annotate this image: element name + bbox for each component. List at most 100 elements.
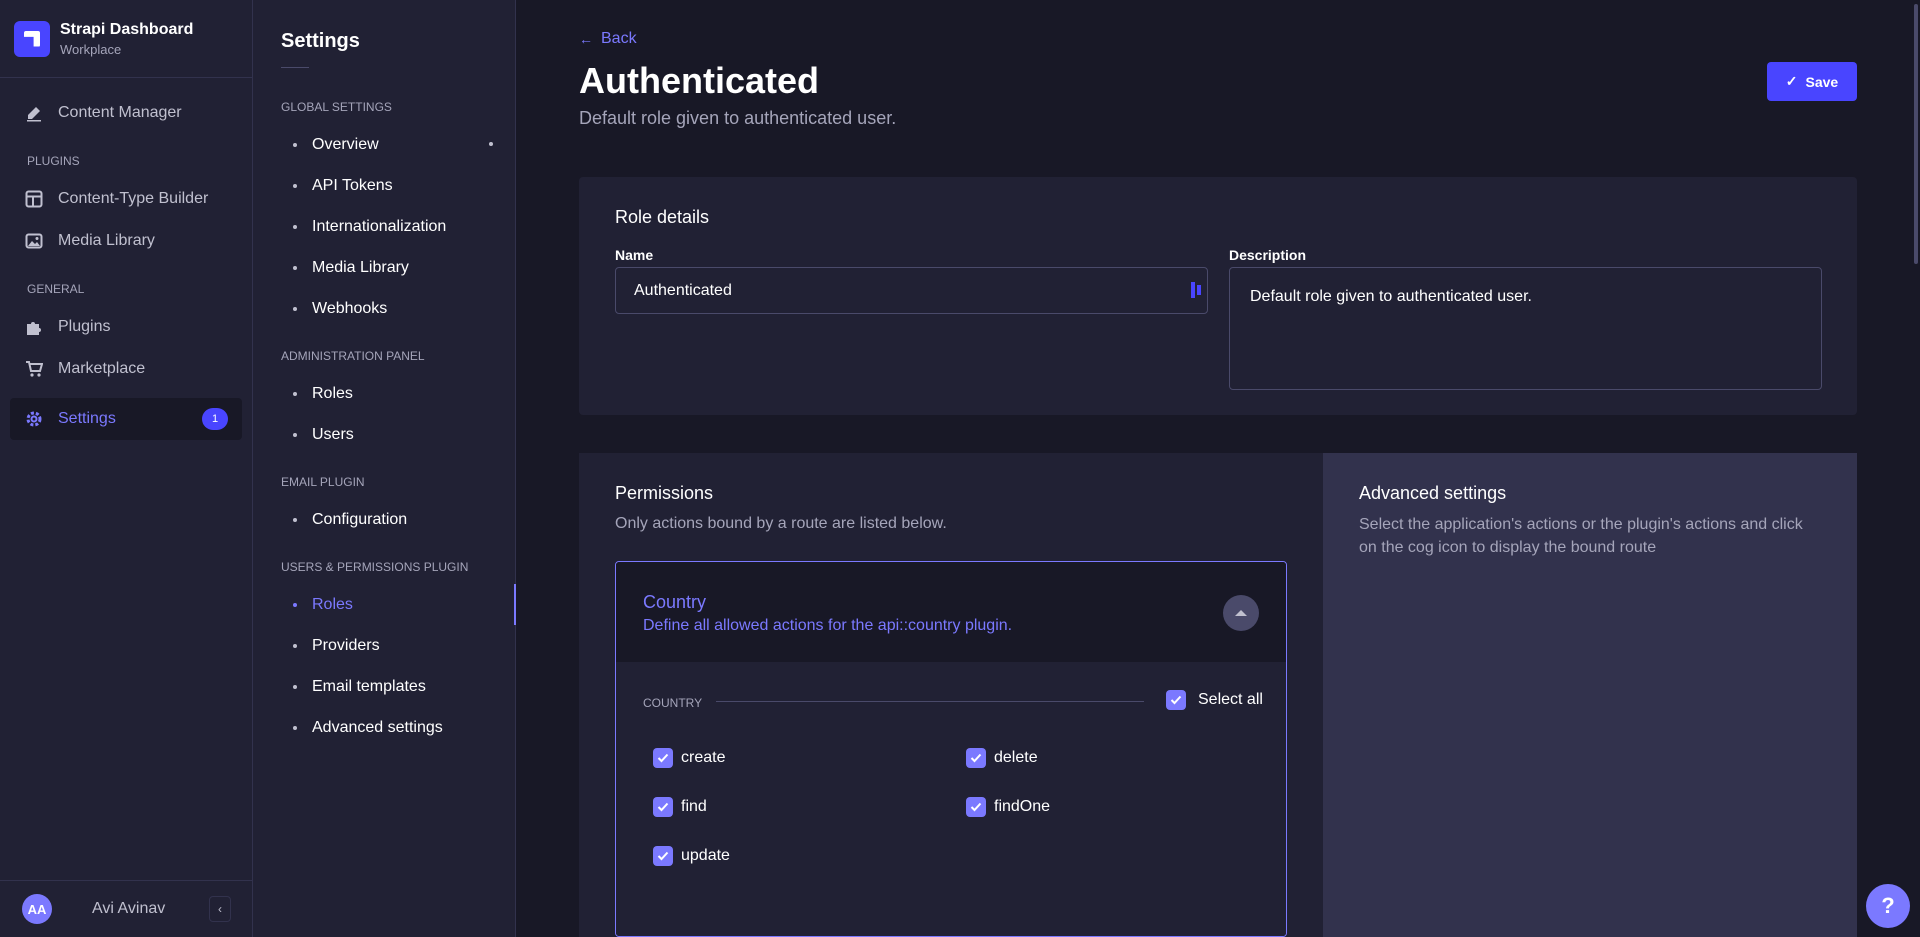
app: Strapi Dashboard Workplace Content Manag…	[0, 0, 1920, 937]
bullet-icon	[293, 184, 297, 188]
role-details-title: Role details	[615, 207, 710, 227]
select-all-label[interactable]: Select all	[1198, 691, 1263, 709]
bullet-icon	[293, 266, 297, 270]
subnav-item-label: Email templates	[312, 677, 426, 695]
name-input-value: Authenticated	[634, 281, 732, 299]
bullet-icon	[293, 225, 297, 229]
subnav-item-up-roles[interactable]: Roles	[253, 584, 516, 625]
nav-settings-label: Settings	[58, 410, 116, 427]
description-textarea[interactable]: Default role given to authenticated user…	[1229, 267, 1822, 390]
username[interactable]: Avi Avinav	[92, 900, 165, 918]
action-checkbox-update[interactable]	[653, 846, 673, 866]
avatar[interactable]: AA	[22, 894, 52, 924]
subnav-item-label: Configuration	[312, 510, 408, 528]
description-textarea-value: Default role given to authenticated user…	[1250, 288, 1532, 305]
scrollbar-thumb[interactable]	[1914, 4, 1918, 264]
advanced-settings-panel: Advanced settings Select the application…	[1323, 453, 1857, 937]
brand[interactable]: Strapi Dashboard Workplace	[0, 0, 252, 78]
back-link[interactable]: ← Back	[579, 30, 637, 48]
subnav-item-advanced-settings[interactable]: Advanced settings	[253, 707, 515, 748]
subnav-item-email-templates[interactable]: Email templates	[253, 666, 515, 707]
chevron-up-icon	[1235, 610, 1247, 616]
bullet-icon	[293, 726, 297, 730]
name-label: Name	[615, 247, 654, 263]
accordion-body: COUNTRY Select all create delete find fi…	[616, 662, 1286, 936]
subnav-item-webhooks[interactable]: Webhooks	[253, 288, 515, 329]
chevron-left-icon: ‹	[218, 902, 222, 916]
subnav-item-label: Overview	[312, 135, 379, 153]
scrollbar[interactable]	[1914, 0, 1920, 937]
collapse-nav-button[interactable]: ‹	[209, 896, 231, 922]
question-icon: ?	[1881, 893, 1895, 918]
subnav-item-admin-roles[interactable]: Roles	[253, 373, 515, 414]
check-icon	[970, 753, 982, 763]
action-label-update[interactable]: update	[681, 847, 730, 865]
password-manager-icon[interactable]	[1191, 282, 1201, 298]
page-title: Authenticated	[579, 60, 820, 101]
pen-icon	[24, 103, 44, 123]
bullet-icon	[293, 392, 297, 396]
nav-section-plugins: PLUGINS	[27, 154, 80, 168]
action-checkbox-create[interactable]	[653, 748, 673, 768]
accordion-toggle-button[interactable]	[1223, 595, 1259, 631]
settings-badge: 1	[202, 408, 228, 430]
subnav-section-global: GLOBAL SETTINGS	[281, 100, 392, 114]
subnav-item-media-library[interactable]: Media Library	[253, 247, 515, 288]
bullet-icon	[293, 603, 297, 607]
group-label: COUNTRY	[643, 696, 703, 710]
advanced-settings-description: Select the application's actions or the …	[1359, 516, 1803, 556]
nav-media-library-label: Media Library	[58, 232, 155, 249]
subnav-item-providers[interactable]: Providers	[253, 625, 515, 666]
nav-plugins[interactable]: Plugins	[10, 306, 242, 348]
subnav-item-configuration[interactable]: Configuration	[253, 499, 515, 540]
back-link-label: Back	[601, 30, 637, 47]
name-input[interactable]: Authenticated	[615, 267, 1208, 314]
accordion-header[interactable]: Country Define all allowed actions for t…	[616, 562, 1286, 662]
subnav-title: Settings	[281, 30, 360, 52]
help-button[interactable]: ?	[1866, 884, 1910, 928]
subnav-item-label: Media Library	[312, 258, 409, 276]
action-label-findone[interactable]: findOne	[994, 798, 1050, 816]
nav-section-general: GENERAL	[27, 282, 85, 296]
subnav-item-internationalization[interactable]: Internationalization	[253, 206, 515, 247]
nav-settings[interactable]: Settings 1	[10, 398, 242, 440]
strapi-logo-icon	[14, 20, 50, 57]
select-all-checkbox[interactable]	[1166, 690, 1186, 710]
layout-icon	[24, 189, 44, 209]
action-label-delete[interactable]: delete	[994, 749, 1038, 767]
subnav-item-api-tokens[interactable]: API Tokens	[253, 165, 515, 206]
nav-content-type-builder[interactable]: Content-Type Builder	[10, 178, 242, 220]
save-button[interactable]: ✓ Save	[1767, 62, 1857, 101]
action-checkbox-findone[interactable]	[966, 797, 986, 817]
subnav-item-label: Providers	[312, 636, 380, 654]
nav-content-manager[interactable]: Content Manager	[10, 92, 242, 134]
subnav-section-admin: ADMINISTRATION PANEL	[281, 349, 425, 363]
action-label-find[interactable]: find	[681, 798, 707, 816]
action-checkbox-find[interactable]	[653, 797, 673, 817]
check-icon: ✓	[1785, 73, 1798, 89]
accordion-title: Country	[643, 592, 707, 612]
nav-content-type-builder-label: Content-Type Builder	[58, 190, 209, 207]
action-checkbox-delete[interactable]	[966, 748, 986, 768]
bullet-icon	[293, 685, 297, 689]
brand-text: Strapi Dashboard Workplace	[60, 21, 193, 57]
accordion-description: Define all allowed actions for the api::…	[643, 617, 1013, 634]
description-label: Description	[1229, 247, 1307, 263]
nav-footer: AA Avi Avinav ‹	[0, 880, 253, 937]
subnav-item-overview[interactable]: Overview	[253, 124, 515, 165]
nav-marketplace[interactable]: Marketplace	[10, 348, 242, 390]
permissions-description: Only actions bound by a route are listed…	[615, 515, 947, 532]
bullet-icon	[293, 307, 297, 311]
permissions-section: Permissions Only actions bound by a rout…	[579, 453, 1857, 937]
page-subtitle: Default role given to authenticated user…	[579, 108, 897, 128]
nav-media-library[interactable]: Media Library	[10, 220, 242, 262]
bullet-icon	[293, 518, 297, 522]
action-label-create[interactable]: create	[681, 749, 725, 767]
main-content: ← Back Authenticated Default role given …	[517, 0, 1920, 937]
subnav-item-label: Roles	[312, 384, 353, 402]
settings-subnav: Settings GLOBAL SETTINGS Overview API To…	[253, 0, 516, 937]
subnav-item-users[interactable]: Users	[253, 414, 515, 455]
subnav-item-label: Internationalization	[312, 217, 447, 235]
gear-icon	[24, 409, 44, 429]
main-nav: Strapi Dashboard Workplace Content Manag…	[0, 0, 253, 937]
